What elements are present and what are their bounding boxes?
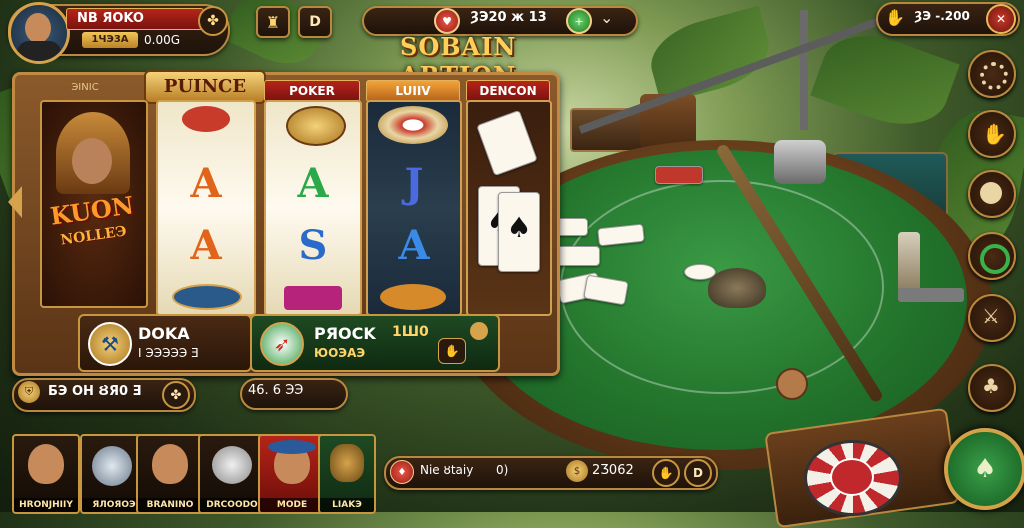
player-name: DRCOODO (200, 498, 264, 512)
dartboard-icon (378, 106, 448, 144)
player-name: BRANINO (138, 498, 202, 512)
info-mid-value: ЮОЭАЭ (314, 346, 366, 360)
arrow-left-icon[interactable] (8, 186, 22, 218)
spade-card: ♠ (498, 192, 540, 272)
lamp-post (800, 10, 808, 130)
slot-info-mid[interactable]: ➶ PЯOCK ЮОЭАЭ 1Ш0 ✋ (250, 314, 500, 372)
card-deck[interactable] (655, 166, 703, 184)
player-name: LIAKЭ (320, 498, 374, 512)
reel-symbol: A (190, 160, 222, 207)
medallion-icon (380, 284, 446, 310)
status-mid: 0) (496, 463, 509, 477)
player-card[interactable]: BRANINO (136, 434, 204, 514)
close-icon[interactable]: ✕ (986, 4, 1016, 34)
coin-icon: $ (566, 460, 588, 482)
gear-icon[interactable] (968, 50, 1016, 98)
hand-icon[interactable]: ✋ (652, 459, 680, 487)
bet-value: 46. 6 ЭЭ (248, 383, 304, 398)
info-left-value: I ЭЭЭЭЭ Ǝ (138, 346, 199, 360)
reel-symbol: A (297, 160, 329, 207)
chevron-down-icon[interactable]: ⌄ (600, 8, 620, 28)
column-header-luiiv: LUIIV (366, 80, 460, 102)
slot-banner: PUINCE (144, 70, 266, 104)
rod-reel (776, 368, 808, 400)
info-button[interactable]: D (298, 6, 332, 38)
clover-icon[interactable]: ✤ (162, 381, 190, 409)
player-card[interactable]: DRCOODO (198, 434, 266, 514)
foliage (642, 5, 778, 105)
clover-icon[interactable]: ♣ (968, 364, 1016, 412)
avatar-suit (17, 41, 61, 61)
mascot-face (72, 138, 112, 184)
status-left: Nie ȣtaiy (420, 463, 474, 477)
player-name: MODE (260, 498, 324, 512)
coin-icon[interactable] (968, 170, 1016, 218)
level-badge: 1ЧЭ3А (82, 32, 138, 48)
reel-symbol: J (404, 160, 424, 207)
coin-icon (470, 322, 488, 340)
reel-3: J A (366, 100, 462, 316)
glass-bottle (898, 232, 920, 292)
slot-info-left[interactable]: ⚒ DOKA I ЭЭЭЭЭ Ǝ (78, 314, 252, 372)
crossbow-body[interactable] (774, 140, 826, 184)
poker-chip-center (830, 458, 874, 496)
reel-symbol: S (298, 222, 328, 269)
avatar[interactable] (8, 2, 70, 64)
dart-icon: ➶ (260, 322, 304, 366)
column-header-dencon: DENCON (466, 80, 550, 102)
reel-2: A S (264, 100, 362, 316)
plus-icon[interactable]: + (566, 8, 592, 34)
chip-icon[interactable] (968, 232, 1016, 280)
medallion-icon (172, 284, 242, 310)
table-card[interactable] (554, 246, 600, 266)
cherry-icon (182, 106, 230, 132)
hand-icon[interactable]: ✋ (438, 338, 466, 364)
chest-icon[interactable]: ♜ (256, 6, 290, 38)
game-title: SOBAIN ARTION (400, 32, 517, 90)
info-left-title: DOKA (138, 324, 190, 343)
hand-icon: ✋ (885, 7, 905, 27)
top-right-value: ȜЭ -.200 (914, 9, 970, 23)
swords-icon[interactable]: ⚔ (968, 294, 1016, 342)
table-bell[interactable] (708, 268, 766, 308)
player-card[interactable]: LIAKЭ (318, 434, 376, 514)
shield-icon: ⛨ (18, 381, 40, 403)
reel-symbol: A (398, 222, 430, 269)
reel-symbol: A (190, 222, 222, 269)
info-icon[interactable]: D (684, 459, 712, 487)
player-card[interactable]: MODE (258, 434, 326, 514)
slot-left-header: ЭINIC (71, 82, 99, 93)
wallet-text: БЭ OH ȢЯ0 Ǝ (48, 384, 142, 399)
bar-symbol-icon (284, 286, 342, 310)
play-action-button[interactable]: ♠ (944, 428, 1024, 510)
avatar-face (25, 13, 51, 43)
info-mid-title: PЯOCK (314, 324, 376, 343)
hand-icon[interactable]: ✋ (968, 110, 1016, 158)
column-header-poker: POKER (264, 80, 360, 102)
status-right: 2Ӡ062 (592, 463, 634, 478)
fire-icon: ♦ (390, 460, 414, 484)
coin-balance: 0.00G (144, 33, 181, 47)
dagger (898, 288, 964, 302)
info-mid-badge: 1Ш0 (392, 324, 429, 340)
reel-1: A A (156, 100, 256, 316)
room-balance: ȜЭ20 ж 13 (470, 10, 547, 25)
card-back-icon (476, 109, 538, 177)
reel-4: ♠ ♠ (466, 100, 552, 316)
heart-icon: ♥ (434, 8, 460, 34)
player-name: HRONJHIIY (14, 498, 78, 512)
player-name: NB ЯOKO (66, 8, 204, 30)
gold-coin-icon (286, 106, 346, 146)
player-card[interactable]: HRONJHIIY (12, 434, 80, 514)
hammer-icon: ⚒ (88, 322, 132, 366)
